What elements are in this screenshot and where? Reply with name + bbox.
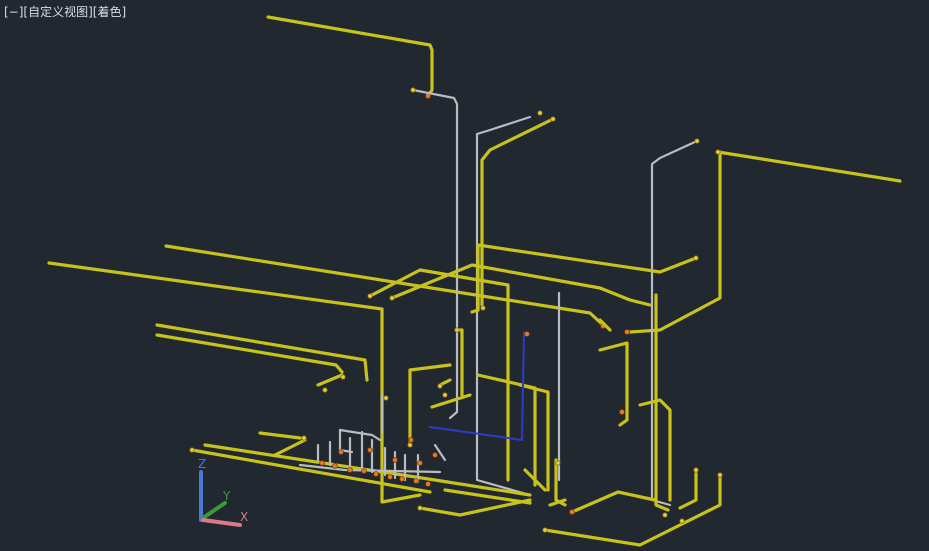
pipe-blue[interactable] (429, 331, 530, 442)
ucs-x-axis (201, 518, 242, 527)
pipe-run-top-left[interactable] (266, 15, 434, 99)
ucs-y-label: Y (222, 489, 231, 503)
ucs-z-label: Z (198, 457, 206, 471)
riser-yellow-center[interactable] (470, 116, 699, 314)
ucs-x-label: X (240, 510, 248, 524)
pipe-right-cluster[interactable] (543, 341, 723, 547)
pipe-run-left-mid[interactable] (155, 323, 369, 393)
ucs-y-axis (201, 501, 227, 520)
pipe-run-right-long[interactable] (624, 149, 902, 335)
pipe-run-left-long-a[interactable] (47, 244, 606, 329)
fixture-branches-white[interactable] (298, 393, 447, 484)
ucs-icon: Z Y X (198, 457, 248, 527)
pipe-model-drawing[interactable]: Z Y X (0, 0, 929, 551)
model-viewport[interactable]: [−][自定义视图][着色] Z Y X (0, 0, 929, 551)
